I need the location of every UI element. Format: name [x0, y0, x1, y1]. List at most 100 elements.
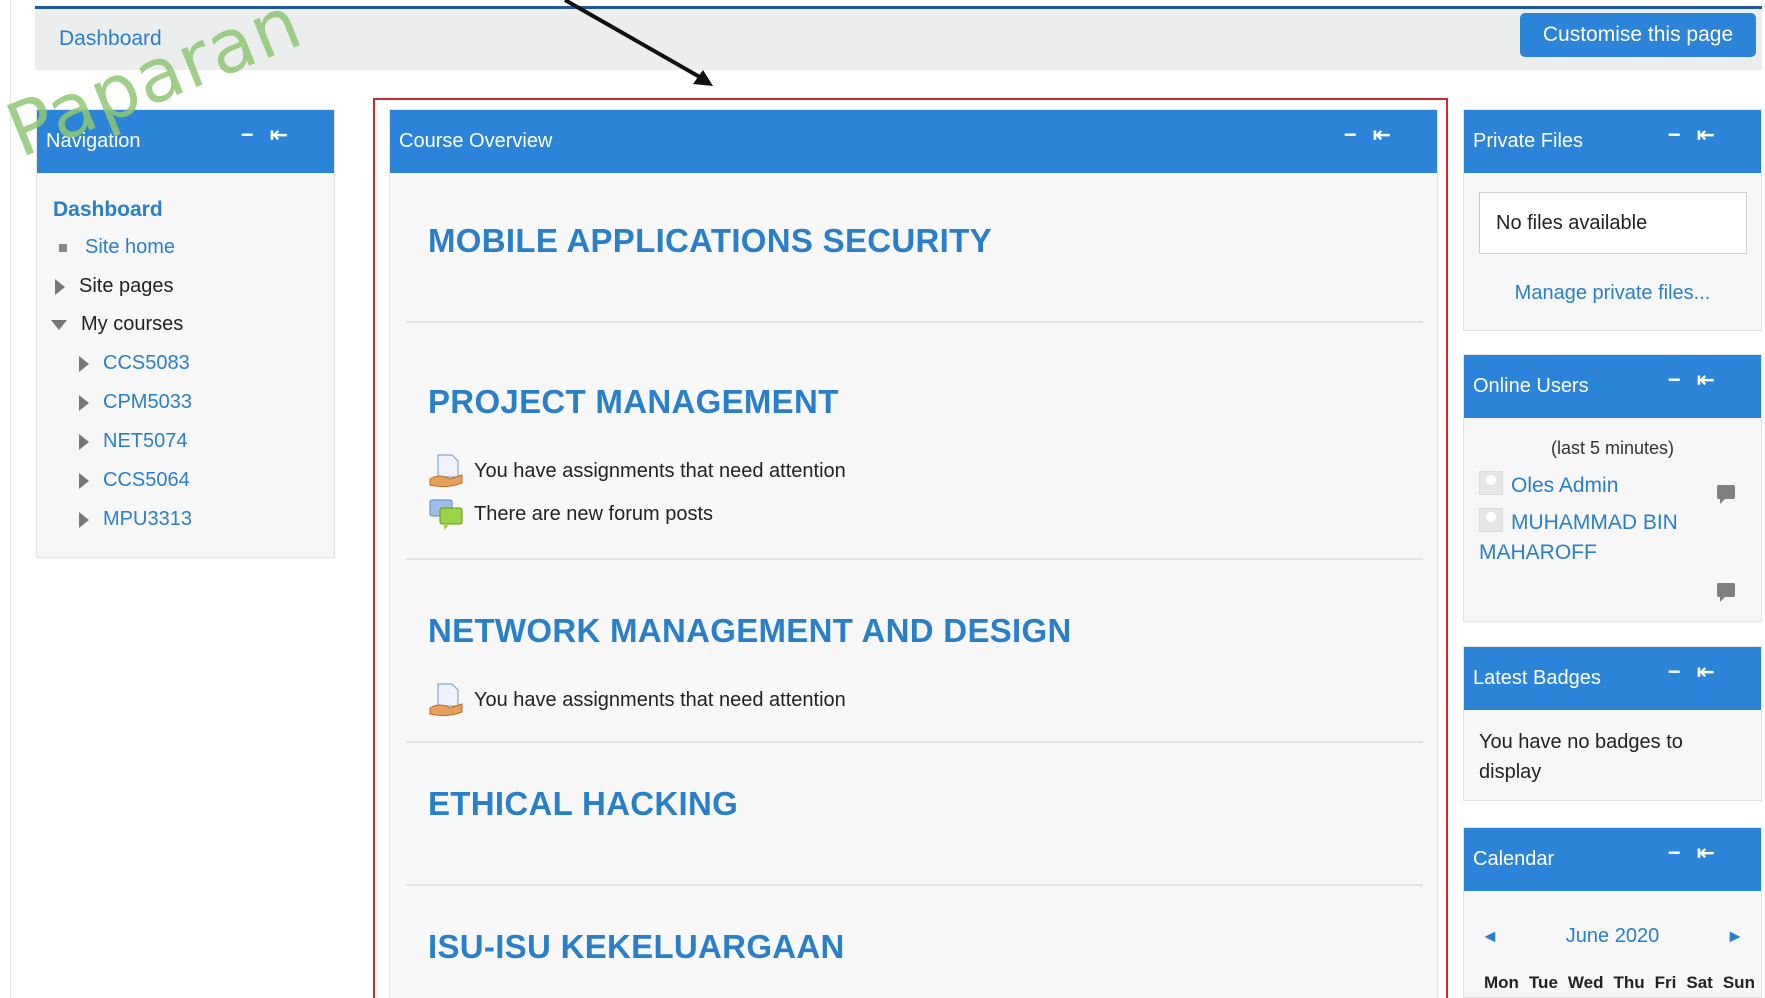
collapse-icon[interactable]: −: [1668, 367, 1697, 392]
nav-dashboard-label[interactable]: Dashboard: [53, 198, 163, 221]
nav-course-label[interactable]: CCS5064: [103, 469, 190, 491]
dock-icon[interactable]: ⇤: [1697, 367, 1731, 392]
badges-empty-text: You have no badges to display: [1479, 731, 1683, 783]
private-files-block: Private Files −⇤ No files available Mana…: [1463, 109, 1762, 331]
dock-icon[interactable]: ⇤: [1697, 122, 1731, 147]
course-title-link[interactable]: PROJECT MANAGEMENT: [428, 383, 839, 421]
annotation-arrow: [564, 0, 713, 86]
dock-icon[interactable]: ⇤: [1697, 840, 1731, 865]
assignment-icon: [429, 683, 463, 717]
assignment-notice[interactable]: You have assignments that need attention: [428, 682, 846, 718]
nav-site-pages-label[interactable]: Site pages: [79, 275, 174, 297]
expand-icon[interactable]: [79, 472, 89, 489]
online-user[interactable]: MUHAMMAD BIN MAHAROFF: [1479, 508, 1719, 568]
forum-notice[interactable]: There are new forum posts: [428, 496, 713, 532]
block-controls[interactable]: −⇤: [1668, 367, 1731, 393]
nav-course-item[interactable]: NET5074: [79, 430, 188, 453]
avatar: [1479, 471, 1503, 495]
weekday-label: Mon: [1484, 973, 1519, 992]
weekday-label: Wed: [1567, 973, 1604, 992]
calendar-block: Calendar −⇤ ◄ June 2020 ► Mon Tue Wed Th…: [1463, 827, 1762, 998]
notice-text: You have assignments that need attention: [474, 459, 846, 482]
course-title-link[interactable]: ETHICAL HACKING: [428, 785, 738, 823]
course-title-link[interactable]: MOBILE APPLICATIONS SECURITY: [428, 222, 992, 260]
nav-site-home-label[interactable]: Site home: [85, 236, 175, 258]
block-controls[interactable]: −⇤: [1344, 122, 1407, 148]
course-item: ETHICAL HACKING: [406, 743, 1423, 886]
course-item: ISU-ISU KEKELUARGAAN: [406, 886, 1423, 996]
nav-course-label[interactable]: NET5074: [103, 430, 188, 452]
online-users-title: Online Users: [1473, 375, 1589, 397]
block-controls[interactable]: −⇤: [1668, 122, 1731, 148]
user-name-link[interactable]: MUHAMMAD BIN MAHAROFF: [1479, 511, 1678, 564]
course-item: MOBILE APPLICATIONS SECURITY: [406, 180, 1423, 323]
expand-icon[interactable]: [79, 394, 89, 411]
weekday-label: Thu: [1613, 973, 1645, 992]
message-icon[interactable]: [1717, 485, 1735, 504]
nav-site-pages[interactable]: Site pages: [55, 275, 174, 298]
files-empty-box: No files available: [1479, 192, 1747, 254]
avatar: [1479, 508, 1503, 532]
course-list: MOBILE APPLICATIONS SECURITY PROJECT MAN…: [406, 180, 1423, 996]
collapse-icon[interactable]: −: [1668, 659, 1697, 684]
assignment-notice[interactable]: You have assignments that need attention: [428, 453, 846, 489]
online-users-header: Online Users −⇤: [1464, 355, 1761, 418]
block-controls[interactable]: −⇤: [241, 122, 304, 148]
calendar-month-link[interactable]: June 2020: [1464, 925, 1761, 948]
nav-course-label[interactable]: CPM5033: [103, 391, 192, 413]
collapse-tree-icon[interactable]: [51, 319, 67, 330]
weekday-label: Sun: [1722, 973, 1755, 992]
nav-my-courses[interactable]: My courses: [51, 313, 183, 336]
course-item: NETWORK MANAGEMENT AND DESIGN You have a…: [406, 560, 1423, 743]
nav-my-courses-label[interactable]: My courses: [81, 313, 183, 335]
collapse-icon[interactable]: −: [1668, 840, 1697, 865]
online-users-block: Online Users −⇤ (last 5 minutes) Oles Ad…: [1463, 354, 1762, 622]
weekday-label: Tue: [1528, 973, 1558, 992]
collapse-icon[interactable]: −: [241, 122, 270, 147]
course-title-link[interactable]: ISU-ISU KEKELUARGAAN: [428, 928, 845, 966]
manage-private-files-link[interactable]: Manage private files...: [1464, 282, 1761, 305]
expand-icon[interactable]: [79, 433, 89, 450]
private-files-title: Private Files: [1473, 130, 1584, 152]
user-name-link[interactable]: Oles Admin: [1511, 474, 1618, 497]
online-user[interactable]: Oles Admin: [1479, 471, 1719, 501]
course-overview-block: Course Overview −⇤ MOBILE APPLICATIONS S…: [389, 109, 1438, 998]
course-title-link[interactable]: NETWORK MANAGEMENT AND DESIGN: [428, 612, 1072, 650]
online-period: (last 5 minutes): [1550, 438, 1675, 458]
nav-dashboard[interactable]: Dashboard: [53, 198, 163, 222]
collapse-icon[interactable]: −: [1668, 122, 1697, 147]
nav-course-item[interactable]: MPU3313: [79, 508, 192, 531]
nav-course-item[interactable]: CCS5083: [79, 352, 190, 375]
dock-icon[interactable]: ⇤: [270, 122, 304, 147]
page-left-border: [10, 0, 11, 998]
nav-course-item[interactable]: CCS5064: [79, 469, 190, 492]
nav-site-home[interactable]: Site home: [55, 236, 175, 259]
weekday-label: Sat: [1686, 973, 1713, 992]
notice-text: There are new forum posts: [474, 502, 713, 525]
message-icon[interactable]: [1717, 583, 1735, 602]
collapse-icon[interactable]: −: [1344, 122, 1373, 147]
expand-icon[interactable]: [55, 278, 65, 295]
customise-page-button[interactable]: Customise this page: [1520, 13, 1756, 57]
notice-text: You have assignments that need attention: [474, 688, 846, 711]
expand-icon[interactable]: [79, 511, 89, 528]
latest-badges-header: Latest Badges −⇤: [1464, 647, 1761, 710]
calendar-title: Calendar: [1473, 848, 1555, 870]
calendar-next-icon[interactable]: ►: [1726, 926, 1744, 947]
nav-course-item[interactable]: CPM5033: [79, 391, 192, 414]
expand-icon[interactable]: [79, 355, 89, 372]
calendar-weekdays: Mon Tue Wed Thu Fri Sat Sun: [1484, 973, 1765, 993]
course-overview-title: Course Overview: [399, 130, 553, 152]
weekday-label: Fri: [1654, 973, 1677, 992]
block-controls[interactable]: −⇤: [1668, 840, 1731, 866]
latest-badges-block: Latest Badges −⇤ You have no badges to d…: [1463, 646, 1762, 801]
latest-badges-title: Latest Badges: [1473, 667, 1601, 689]
course-item: PROJECT MANAGEMENT You have assignments …: [406, 323, 1423, 560]
dock-icon[interactable]: ⇤: [1697, 659, 1731, 684]
calendar-header: Calendar −⇤: [1464, 828, 1761, 891]
nav-course-label[interactable]: MPU3313: [103, 508, 192, 530]
block-controls[interactable]: −⇤: [1668, 659, 1731, 685]
dock-icon[interactable]: ⇤: [1373, 122, 1407, 147]
nav-course-label[interactable]: CCS5083: [103, 352, 190, 374]
assignment-icon: [429, 454, 463, 488]
